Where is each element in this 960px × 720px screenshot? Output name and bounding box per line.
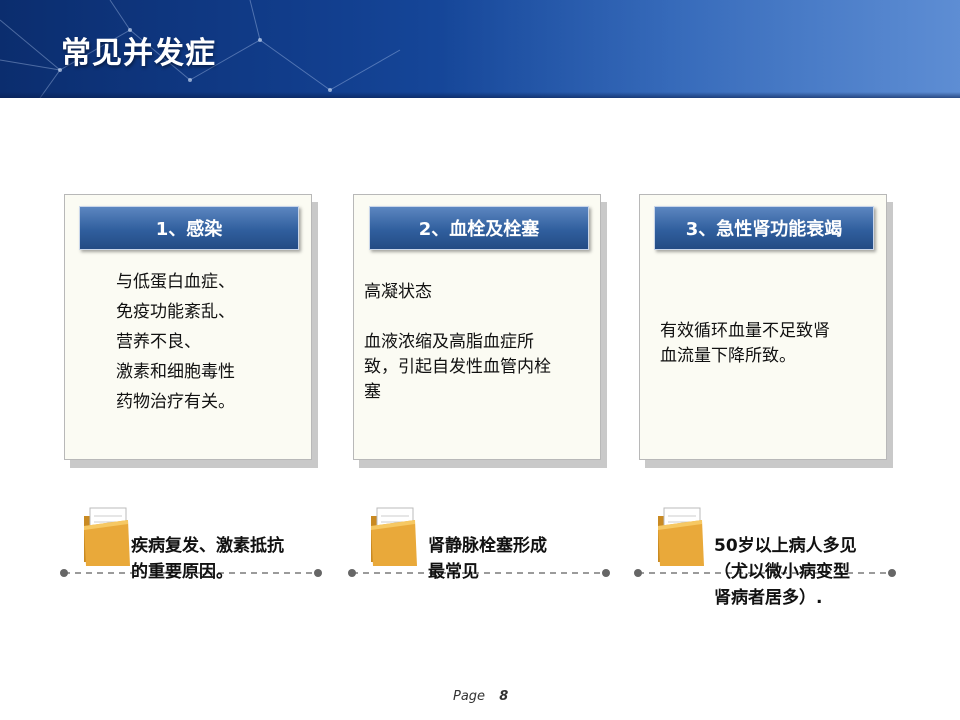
- card-thrombosis: 2、血栓及栓塞 高凝状态 血液浓缩及高脂血症所 致，引起自发性血管内栓 塞: [353, 194, 607, 468]
- folder-icon: [84, 507, 130, 566]
- card-body-text: 高凝状态 血液浓缩及高脂血症所 致，引起自发性血管内栓 塞: [364, 282, 551, 402]
- header-banner: 常见并发症: [0, 0, 960, 98]
- page-label: Page: [453, 689, 486, 704]
- note-text: 50岁以上病人多见 （尤以微小病变型 肾病者居多）.: [714, 536, 857, 608]
- page-title: 常见并发症: [61, 36, 216, 71]
- header-shadow: [0, 92, 960, 98]
- card-panel: 2、血栓及栓塞 高凝状态 血液浓缩及高脂血症所 致，引起自发性血管内栓 塞: [353, 194, 601, 460]
- card-heading: 2、血栓及栓塞: [369, 206, 589, 250]
- card-infection: 1、感染 与低蛋白血症、 免疫功能紊乱、 营养不良、 激素和细胞毒性 药物治疗有…: [64, 194, 318, 468]
- card-panel: 1、感染 与低蛋白血症、 免疫功能紊乱、 营养不良、 激素和细胞毒性 药物治疗有…: [64, 194, 312, 460]
- header-highlight: [440, 0, 960, 98]
- card-renal-failure: 3、急性肾功能衰竭 有效循环血量不足致肾 血流量下降所致。: [639, 194, 893, 468]
- card-heading: 3、急性肾功能衰竭: [654, 206, 874, 250]
- note-text: 疾病复发、激素抵抗 的重要原因。: [131, 536, 284, 582]
- note-text: 肾静脉栓塞形成 最常见: [428, 536, 547, 582]
- page-footer: Page 8: [453, 689, 508, 704]
- folder-icon: [658, 507, 704, 566]
- card-body-text: 有效循环血量不足致肾 血流量下降所致。: [660, 321, 830, 366]
- card-panel: 3、急性肾功能衰竭 有效循环血量不足致肾 血流量下降所致。: [639, 194, 887, 460]
- card-body-text: 与低蛋白血症、 免疫功能紊乱、 营养不良、 激素和细胞毒性 药物治疗有关。: [116, 272, 235, 412]
- card-heading: 1、感染: [79, 206, 299, 250]
- page-number: 8: [499, 689, 509, 704]
- folder-icon: [371, 507, 417, 566]
